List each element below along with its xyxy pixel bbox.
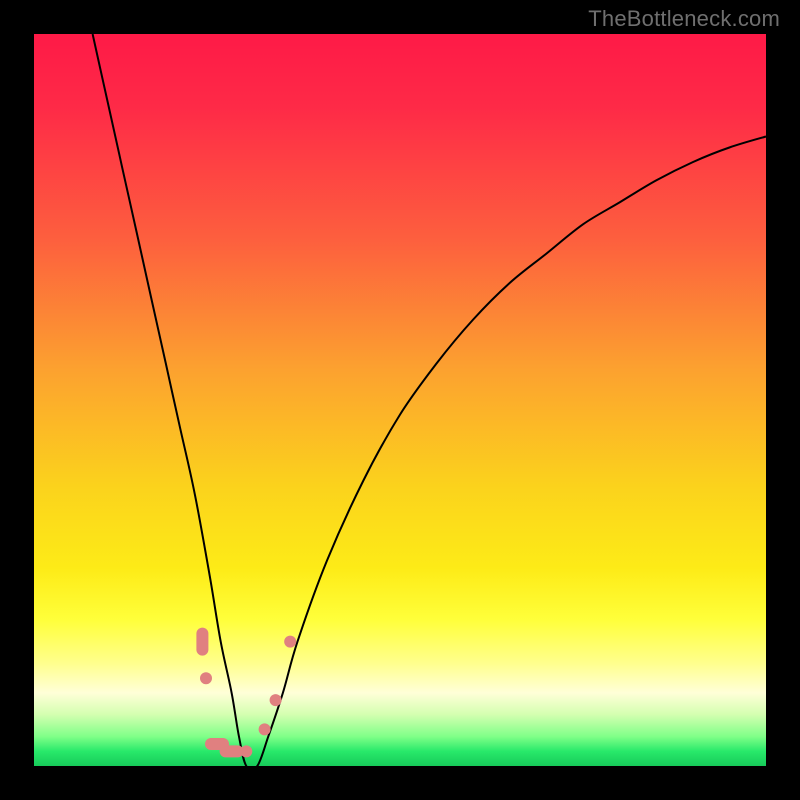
curve-markers — [196, 628, 296, 758]
chart-svg — [34, 34, 766, 766]
marker-dot — [240, 745, 252, 757]
watermark-text: TheBottleneck.com — [588, 6, 780, 32]
bottleneck-curve — [93, 34, 766, 770]
marker-dot — [284, 636, 296, 648]
marker-dot — [259, 723, 271, 735]
marker-dot — [200, 672, 212, 684]
marker-pill — [196, 628, 208, 656]
marker-pill — [220, 745, 244, 757]
outer-frame: TheBottleneck.com — [0, 0, 800, 800]
marker-dot — [270, 694, 282, 706]
plot-area — [34, 34, 766, 766]
